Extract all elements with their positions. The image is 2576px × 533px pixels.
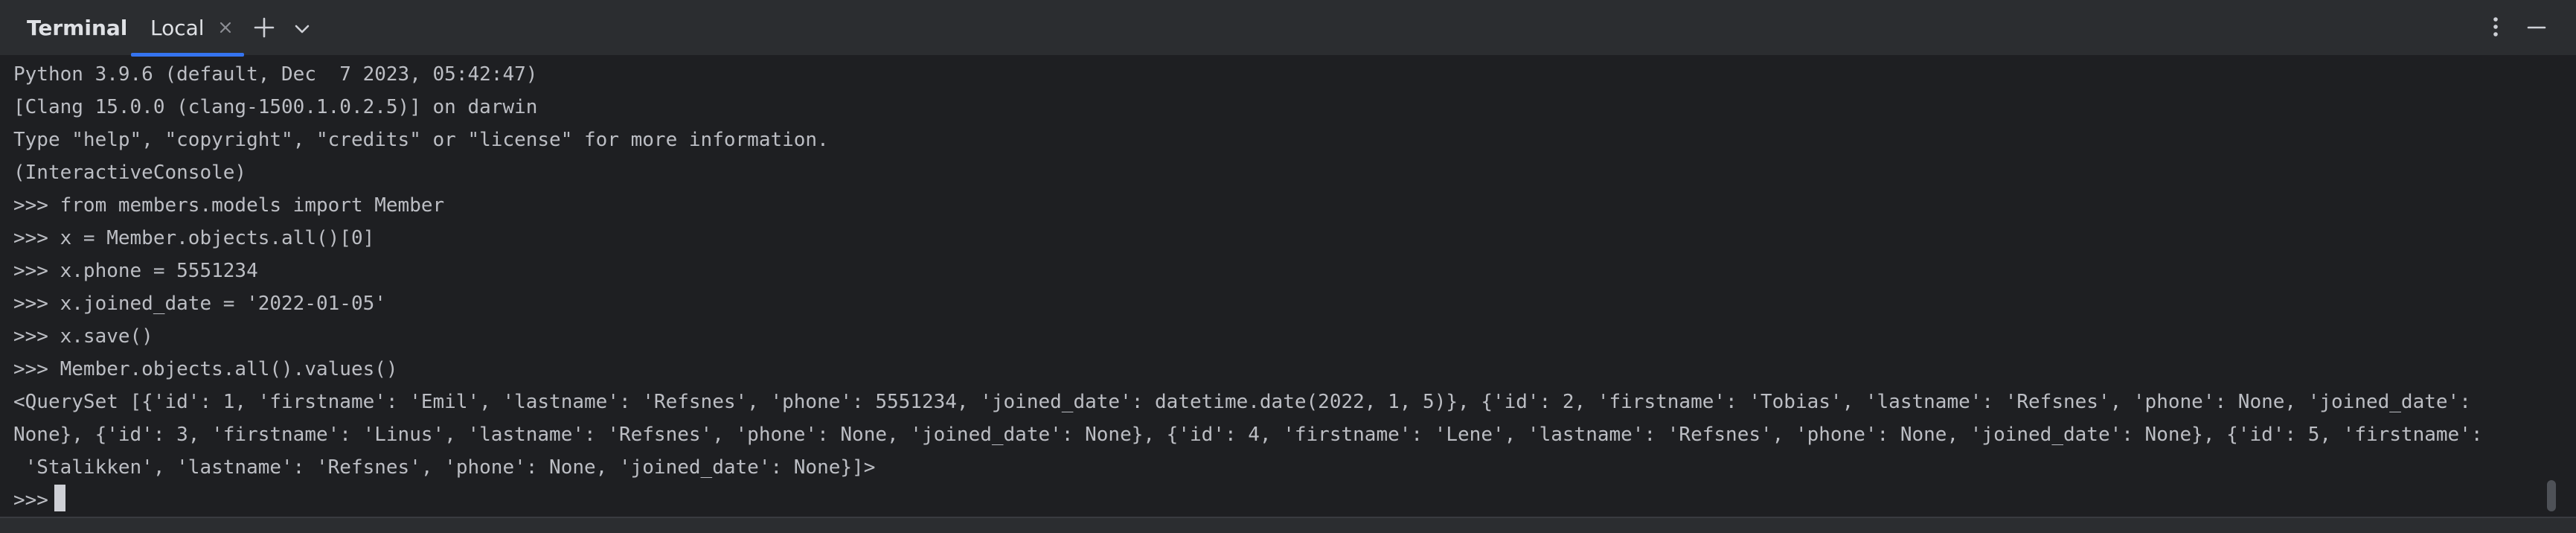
terminal-line: >>> x.joined_date = '2022-01-05': [13, 293, 386, 315]
terminal-line: 'Stalikken', 'lastname': 'Refsnes', 'pho…: [13, 456, 876, 479]
terminal-line: Type "help", "copyright", "credits" or "…: [13, 129, 829, 151]
chevron-down-icon[interactable]: [291, 18, 313, 40]
terminal-line: >>> x.phone = 5551234: [13, 260, 258, 282]
terminal-output[interactable]: Python 3.9.6 (default, Dec 7 2023, 05:42…: [0, 57, 2576, 517]
text-cursor: [54, 485, 65, 511]
terminal-tool-window-header: Terminal Local: [0, 0, 2576, 57]
minimize-icon[interactable]: [2524, 15, 2549, 40]
terminal-line: Python 3.9.6 (default, Dec 7 2023, 05:42…: [13, 63, 538, 86]
plus-icon[interactable]: [251, 15, 277, 40]
scrollbar-thumb[interactable]: [2547, 480, 2556, 511]
status-bar: [0, 517, 2576, 533]
terminal-line: >>> x = Member.objects.all()[0]: [13, 227, 375, 249]
tab-label: Local: [150, 16, 205, 40]
terminal-line: (InteractiveConsole): [13, 162, 247, 184]
terminal-line: <QuerySet [{'id': 1, 'firstname': 'Emil'…: [13, 391, 2471, 413]
terminal-line: None}, {'id': 3, 'firstname': 'Linus', '…: [13, 424, 2483, 446]
terminal-line: >>> from members.models import Member: [13, 194, 445, 217]
panel-title: Terminal: [27, 16, 128, 40]
terminal-line: >>> Member.objects.all().values(): [13, 358, 398, 380]
tab-local[interactable]: Local: [131, 0, 244, 57]
terminal-line: >>> x.save(): [13, 325, 153, 348]
prompt: >>>: [13, 489, 48, 511]
more-vertical-icon[interactable]: [2485, 13, 2506, 40]
terminal-prompt-line[interactable]: >>>: [13, 484, 65, 517]
terminal-line: [Clang 15.0.0 (clang-1500.1.0.2.5)] on d…: [13, 96, 538, 118]
close-icon[interactable]: [214, 16, 237, 39]
